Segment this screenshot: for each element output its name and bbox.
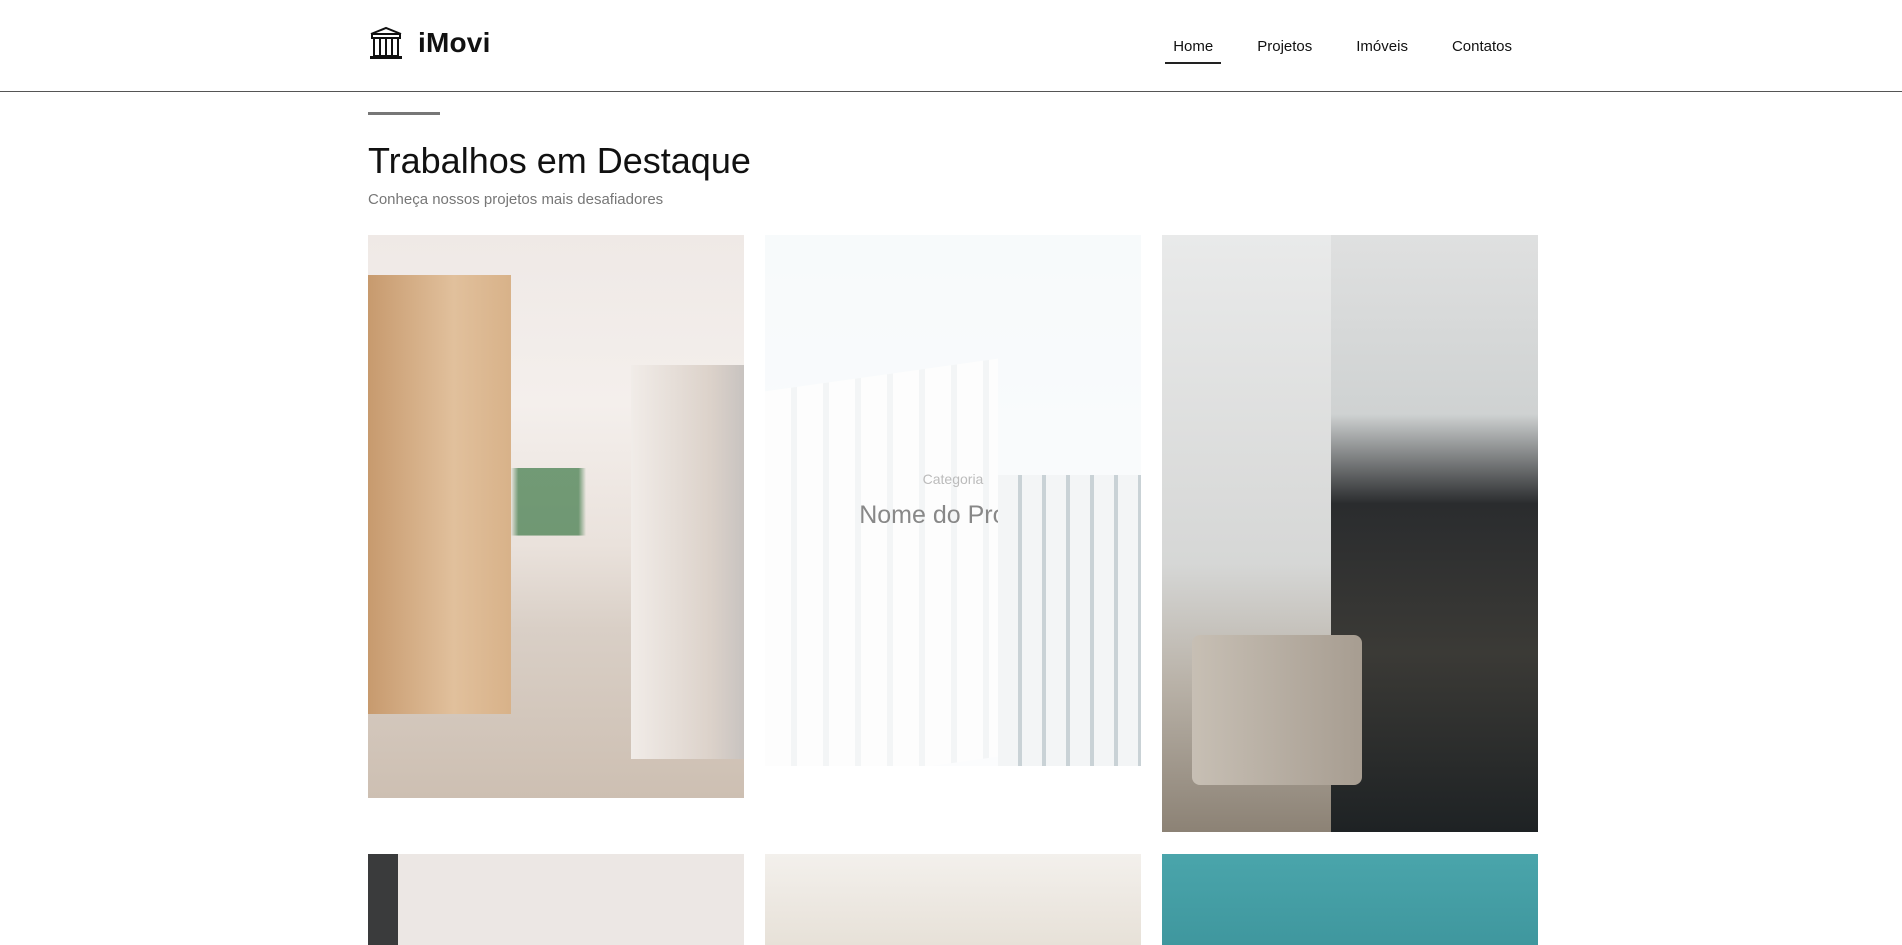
project-name: Nome do Projeto <box>859 501 1047 529</box>
nav-home[interactable]: Home <box>1151 0 1235 92</box>
nav-contatos[interactable]: Contatos <box>1430 0 1534 92</box>
accent-line <box>368 112 440 115</box>
project-card-teal[interactable] <box>1162 854 1538 945</box>
brand[interactable]: iMovi <box>368 26 491 60</box>
site-header: iMovi Home Projetos Imóveis Contatos <box>0 0 1902 92</box>
nav-projetos[interactable]: Projetos <box>1235 0 1334 92</box>
project-overlay: Categoria Nome do Projeto <box>765 235 1141 766</box>
brand-name: iMovi <box>418 27 491 58</box>
building-icon <box>368 26 404 60</box>
featured-section: Trabalhos em Destaque Conheça nossos pro… <box>368 112 1536 208</box>
project-category: Categoria <box>922 471 984 487</box>
section-title: Trabalhos em Destaque <box>368 140 751 181</box>
main-nav: Home Projetos Imóveis Contatos <box>1151 0 1534 92</box>
project-card-room[interactable] <box>765 854 1141 945</box>
project-card-interior[interactable] <box>368 854 744 945</box>
project-card-kitchen[interactable] <box>368 235 744 798</box>
section-subtitle: Conheça nossos projetos mais desafiadore… <box>368 191 664 208</box>
project-card-building[interactable]: Categoria Nome do Projeto <box>765 235 1141 766</box>
nav-imoveis[interactable]: Imóveis <box>1334 0 1430 92</box>
project-card-staircase[interactable] <box>1162 235 1538 832</box>
